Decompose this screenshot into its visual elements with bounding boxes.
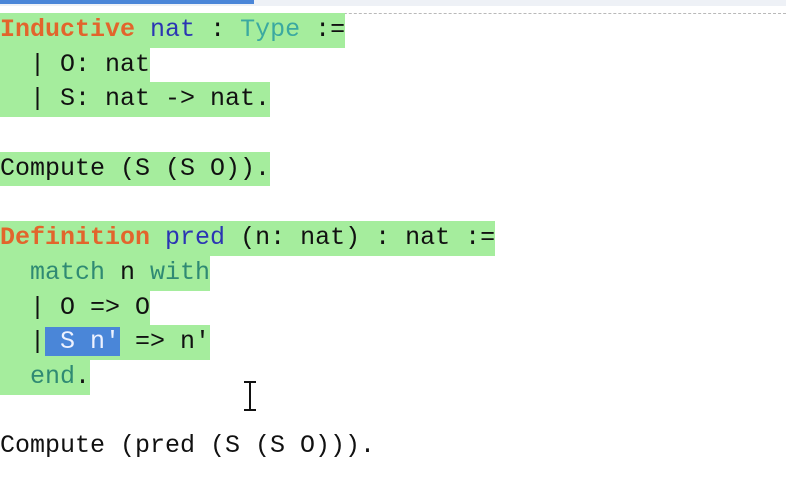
active-tab-indicator[interactable] xyxy=(0,0,254,4)
code-line-case-s[interactable]: | S n' => n' xyxy=(0,325,211,360)
text-cursor-ibeam-icon xyxy=(244,381,256,411)
code-editor[interactable]: Inductive nat : Type := | O: nat | S: na… xyxy=(0,13,786,482)
code-line-compute-pred[interactable]: Compute (pred (S (S O))). xyxy=(0,429,375,464)
keyword-match: match xyxy=(30,257,106,287)
code-line-end[interactable]: end. xyxy=(0,360,91,395)
code-line-match[interactable]: match n with xyxy=(0,255,211,291)
code-line-case-o[interactable]: | O => O xyxy=(0,290,151,326)
code-text: | xyxy=(0,327,46,357)
code-line-constructor-o[interactable]: | O: nat xyxy=(0,47,151,83)
code-line-inductive-header[interactable]: Inductive nat : Type := xyxy=(0,13,346,48)
code-line-definition-pred[interactable]: Definition pred (n: nat) : nat := xyxy=(0,221,496,256)
code-text: : xyxy=(195,15,241,44)
keyword-end: end xyxy=(30,362,76,391)
editor-tab-strip xyxy=(0,0,786,6)
code-text: n xyxy=(105,257,151,287)
code-text: . xyxy=(75,362,91,391)
code-text: => n' xyxy=(120,327,211,357)
code-text: | S: nat -> nat. xyxy=(0,84,271,114)
keyword-inductive: Inductive xyxy=(0,15,136,44)
keyword-with: with xyxy=(150,257,211,287)
keyword-type: Type xyxy=(240,15,301,44)
keyword-definition: Definition xyxy=(0,223,151,253)
identifier-nat: nat xyxy=(150,15,196,44)
code-line-constructor-s[interactable]: | S: nat -> nat. xyxy=(0,82,271,118)
code-text: | O => O xyxy=(0,292,151,322)
identifier-pred: pred xyxy=(165,223,226,253)
code-text: := xyxy=(300,15,346,44)
code-line-compute-ssO[interactable]: Compute (S (S O)). xyxy=(0,151,271,187)
text-selection[interactable]: S n' xyxy=(45,327,121,357)
code-text: Compute (S (S O)). xyxy=(0,153,271,183)
code-text: (n: nat) : nat := xyxy=(225,223,496,253)
code-text: Compute (pred (S (S O))). xyxy=(0,431,376,461)
code-text: | O: nat xyxy=(0,49,151,79)
